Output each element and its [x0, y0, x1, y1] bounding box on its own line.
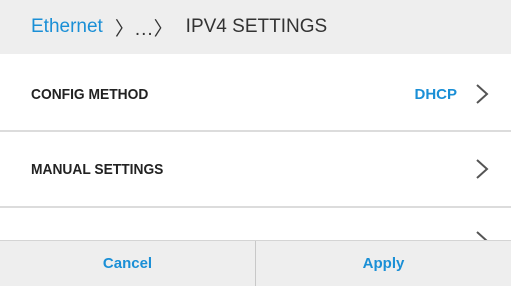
divider [0, 206, 511, 208]
apply-button[interactable]: Apply [256, 241, 511, 286]
config-method-label: CONFIG METHOD [31, 85, 149, 103]
page-title: IPV4 SETTINGS [185, 16, 328, 37]
divider [0, 130, 511, 132]
breadcrumb-ethernet-link[interactable]: Ethernet [31, 16, 103, 38]
chevron-right-icon [476, 159, 489, 179]
chevron-right-icon [476, 84, 489, 104]
action-bar: Cancel Apply [0, 240, 511, 286]
chevron-right-icon [476, 231, 488, 240]
next-row-partially-hidden[interactable] [0, 222, 511, 240]
config-method-value: DHCP [414, 85, 457, 103]
manual-settings-label: MANUAL SETTINGS [31, 160, 164, 178]
manual-settings-row[interactable]: MANUAL SETTINGS [0, 145, 511, 193]
cancel-button[interactable]: Cancel [0, 241, 255, 286]
breadcrumb: Ethernet 〉...〉 IPV4 SETTINGS [0, 0, 511, 54]
config-method-row[interactable]: CONFIG METHOD DHCP [0, 70, 511, 118]
breadcrumb-ellipsis[interactable]: 〉...〉 [115, 14, 174, 41]
